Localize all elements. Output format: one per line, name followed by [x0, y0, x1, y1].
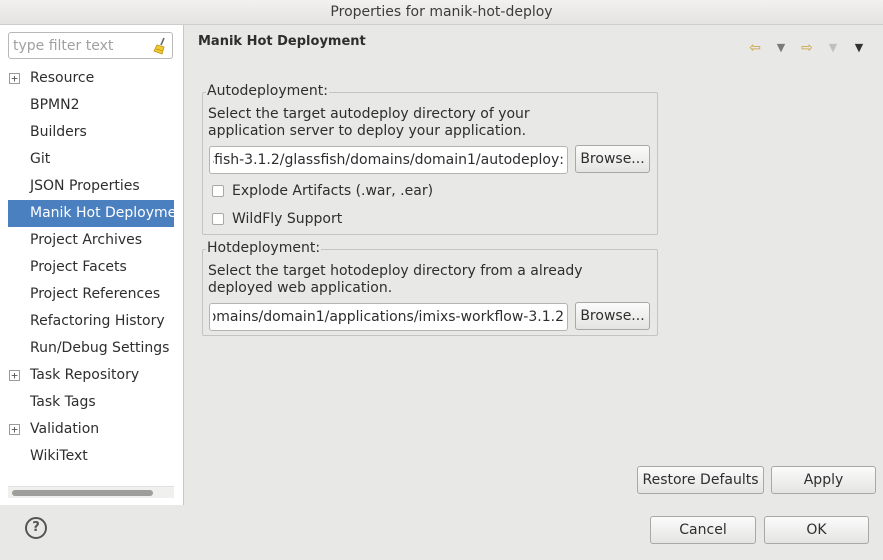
expand-icon[interactable]: +: [9, 73, 20, 84]
tree-item-project-archives[interactable]: Project Archives: [0, 227, 184, 254]
tree-item-project-references[interactable]: Project References: [0, 281, 184, 308]
help-icon[interactable]: ?: [25, 517, 47, 539]
tree-item-task-tags[interactable]: Task Tags: [0, 389, 184, 416]
autodeployment-group: Autodeployment: Select the target autode…: [202, 83, 658, 235]
window-title-bar: Properties for manik-hot-deploy: [0, 0, 883, 25]
tree-item-validation[interactable]: + Validation: [0, 416, 184, 443]
hotdeploy-browse-button[interactable]: Browse...: [575, 302, 650, 330]
explode-artifacts-checkbox-row[interactable]: Explode Artifacts (.war, .ear): [212, 183, 433, 199]
ok-button[interactable]: OK: [764, 516, 869, 544]
tree-item-refactoring-history[interactable]: Refactoring History: [0, 308, 184, 335]
hotdeployment-group: Hotdeployment: Select the target hotodep…: [202, 240, 658, 336]
dialog-button-bar: ? Cancel OK: [0, 505, 883, 560]
scrollbar-thumb[interactable]: [12, 490, 153, 496]
cancel-button[interactable]: Cancel: [650, 516, 756, 544]
expand-icon[interactable]: +: [9, 370, 20, 381]
page-navigation: ⇦ ▼ ⇨ ▼ ▼: [745, 39, 869, 57]
autodeploy-browse-button[interactable]: Browse...: [575, 145, 650, 173]
hotdeployment-legend: Hotdeployment:: [206, 240, 322, 256]
preference-tree: + Resource BPMN2 Builders Git JSON Prope…: [0, 65, 184, 470]
explode-artifacts-label: Explode Artifacts (.war, .ear): [232, 183, 434, 199]
wildfly-support-checkbox[interactable]: [212, 213, 224, 225]
forward-history-chevron-down-icon[interactable]: ▼: [823, 39, 843, 57]
hotdeployment-description: Select the target hotodeploy directory f…: [208, 263, 583, 296]
hotdeploy-path-field[interactable]: [209, 303, 568, 331]
tree-item-run-debug-settings[interactable]: Run/Debug Settings: [0, 335, 184, 362]
sidebar-horizontal-scrollbar[interactable]: [8, 486, 174, 498]
tree-item-json-properties[interactable]: JSON Properties: [0, 173, 184, 200]
tree-item-project-facets[interactable]: Project Facets: [0, 254, 184, 281]
clear-filter-icon[interactable]: [152, 37, 168, 55]
wildfly-support-label: WildFly Support: [232, 211, 343, 227]
autodeployment-description: Select the target autodeploy directory o…: [208, 106, 530, 139]
explode-artifacts-checkbox[interactable]: [212, 185, 224, 197]
filter-field[interactable]: [8, 32, 173, 59]
tree-item-bpmn2[interactable]: BPMN2: [0, 92, 184, 119]
tree-item-task-repository[interactable]: + Task Repository: [0, 362, 184, 389]
sidebar: + Resource BPMN2 Builders Git JSON Prope…: [0, 25, 184, 505]
back-history-chevron-down-icon[interactable]: ▼: [771, 39, 791, 57]
autodeploy-path-input[interactable]: [210, 147, 567, 173]
restore-defaults-button[interactable]: Restore Defaults: [637, 466, 764, 494]
view-menu-icon[interactable]: ▼: [849, 39, 869, 57]
forward-arrow-icon[interactable]: ⇨: [797, 39, 817, 57]
tree-item-manik-hot-deployment[interactable]: Manik Hot Deployme: [8, 200, 174, 227]
tree-item-git[interactable]: Git: [0, 146, 184, 173]
tree-item-resource[interactable]: + Resource: [0, 65, 184, 92]
filter-input[interactable]: [9, 33, 149, 58]
tree-item-wikitext[interactable]: WikiText: [0, 443, 184, 470]
expand-icon[interactable]: +: [9, 424, 20, 435]
hotdeploy-path-input[interactable]: [210, 304, 567, 330]
autodeploy-path-field[interactable]: [209, 146, 568, 174]
window-title: Properties for manik-hot-deploy: [330, 4, 553, 20]
tree-item-builders[interactable]: Builders: [0, 119, 184, 146]
autodeployment-legend: Autodeployment:: [206, 83, 329, 99]
preference-page: Manik Hot Deployment ⇦ ▼ ⇨ ▼ ▼ Autodeplo…: [185, 25, 883, 505]
page-title: Manik Hot Deployment: [198, 34, 366, 49]
back-arrow-icon[interactable]: ⇦: [745, 39, 765, 57]
apply-button[interactable]: Apply: [771, 466, 876, 494]
wildfly-support-checkbox-row[interactable]: WildFly Support: [212, 211, 342, 227]
